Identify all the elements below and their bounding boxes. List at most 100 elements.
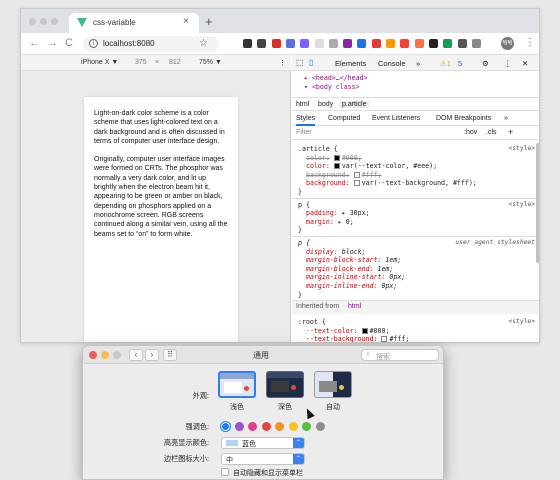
css-declaration[interactable]: background: var(--text-background, #fff)… [306,179,477,187]
close-window-button[interactable] [29,18,36,25]
more-tabs-icon[interactable]: » [416,59,420,68]
extension-icon[interactable] [328,39,338,48]
site-info-icon[interactable]: i [89,39,98,48]
extension-icon[interactable] [257,39,267,48]
css-declaration[interactable]: --text-color: #000; [306,327,389,335]
styles-scrollbar[interactable] [536,143,539,263]
extension-icon[interactable] [414,39,424,48]
hover-state-toggle[interactable]: :hov [464,129,477,136]
breadcrumb-p-article[interactable]: p.article [340,101,369,108]
settings-icon[interactable]: ⚙ [482,59,489,68]
color-swatch-icon[interactable] [333,163,340,170]
dom-node-head[interactable]: ▸ <head>…</head> [304,74,368,82]
css-declaration[interactable]: background: #fff; [306,171,382,179]
tab-elements[interactable]: Elements [335,59,366,68]
extension-icon[interactable] [271,39,281,48]
css-rule-close[interactable]: } [298,226,302,234]
inspect-icon[interactable]: ⬚ [296,58,304,67]
errors-badge[interactable]: 5 [458,59,462,68]
device-width[interactable]: 375 [135,59,147,66]
accent-color-swatch[interactable] [261,422,271,431]
css-selector[interactable]: p { [298,239,310,247]
accent-color-swatch[interactable] [248,422,257,431]
tab-dom-breakpoints[interactable]: DOM Breakpoints [436,115,491,122]
accent-color-swatch[interactable] [288,422,298,431]
css-declaration[interactable]: display: block; [306,248,366,256]
extension-icon[interactable] [443,39,453,48]
styles-filter-input[interactable]: Filter [296,129,312,136]
autohide-menubar-checkbox[interactable] [221,468,229,476]
extension-icon[interactable] [428,39,438,48]
css-rule-source[interactable]: <style> [508,201,535,208]
accent-color-swatch[interactable] [221,422,230,431]
device-height[interactable]: 812 [169,59,181,66]
extension-icon[interactable] [400,39,410,48]
extension-icon[interactable] [471,39,481,48]
class-toggle[interactable]: .cls [486,129,497,136]
extension-icon[interactable] [357,39,367,48]
color-swatch-icon[interactable] [353,180,360,187]
color-swatch-icon[interactable] [361,327,368,334]
extension-icon[interactable] [343,39,353,48]
prefs-zoom-button[interactable] [113,351,121,359]
device-toggle-icon[interactable]: ▯ [309,58,313,67]
appearance-auto-option[interactable] [314,371,352,398]
css-declaration[interactable]: margin-inline-start: 0px; [306,273,405,281]
back-button[interactable]: ← [29,37,40,49]
accent-color-swatch[interactable] [275,422,284,431]
color-swatch-icon[interactable] [353,171,360,178]
device-more-icon[interactable]: ⋮ [279,59,286,67]
css-selector[interactable]: :root { [298,318,326,326]
prefs-back-button[interactable]: ‹ [129,349,143,361]
browser-menu-icon[interactable]: ⋮ [525,37,535,48]
prefs-minimize-button[interactable] [101,351,109,359]
css-declaration[interactable]: color: #000; [306,154,362,162]
appearance-dark-option[interactable] [266,371,304,398]
css-declaration[interactable]: --text-background: #fff; [306,335,409,342]
forward-button[interactable]: → [47,37,58,49]
sidebar-icon-size-popup[interactable]: 中 ⌃ [221,453,305,465]
tab-css-variable[interactable]: css-variable × [69,13,199,33]
accent-color-swatch[interactable] [302,422,311,431]
css-rule-close[interactable]: } [298,188,302,196]
extension-icon[interactable] [371,39,381,48]
bookmark-star-icon[interactable]: ☆ [199,38,208,49]
css-declaration[interactable]: padding: ▸ 30px; [306,209,370,217]
breadcrumb-html[interactable]: html [296,101,309,108]
tab-computed[interactable]: Computed [328,115,360,122]
extension-icon[interactable] [285,39,295,48]
css-declaration[interactable]: margin: ▸ 0; [306,218,354,226]
zoom-window-button[interactable] [51,18,58,25]
css-declaration[interactable]: margin-block-end: 1em; [306,265,393,273]
device-select[interactable]: iPhone X ▼ [81,59,118,66]
profile-avatar[interactable]: 哈哈 [501,37,514,50]
dom-node-body[interactable]: ▾ <body class> [304,83,360,91]
extension-icon[interactable] [314,39,324,48]
extension-icon[interactable] [300,39,310,48]
devtools-close-icon[interactable]: ✕ [522,59,528,68]
new-tab-button[interactable]: + [205,14,213,29]
extension-icon[interactable] [457,39,467,48]
color-swatch-icon[interactable] [333,154,340,161]
css-declaration[interactable]: color: var(--text-color, #eee); [306,162,437,170]
minimize-window-button[interactable] [40,18,47,25]
extension-icon[interactable] [243,39,252,48]
zoom-select[interactable]: 75% ▼ [199,59,222,66]
reload-button[interactable]: C [65,37,73,49]
css-declaration[interactable]: margin-inline-end: 0px; [306,282,397,290]
css-selector[interactable]: p { [298,201,310,209]
extension-icon[interactable] [386,39,395,48]
accent-color-swatch[interactable] [234,422,244,431]
prefs-forward-button[interactable]: › [145,349,159,361]
appearance-light-option[interactable] [218,371,256,398]
css-rule-source[interactable]: <style> [508,318,535,325]
devtools-menu-icon[interactable]: ⋮ [504,59,512,68]
warnings-badge[interactable]: ⚠1 [440,59,451,68]
tab-close-icon[interactable]: × [183,16,189,27]
show-all-icon[interactable]: ⠿ [163,349,177,361]
highlight-color-popup[interactable]: 蓝色 ⌃ [221,437,305,449]
color-swatch-icon[interactable] [381,336,388,342]
more-subtabs-icon[interactable]: » [504,115,508,122]
tab-console[interactable]: Console [378,59,406,68]
new-rule-button[interactable]: + [508,127,513,137]
